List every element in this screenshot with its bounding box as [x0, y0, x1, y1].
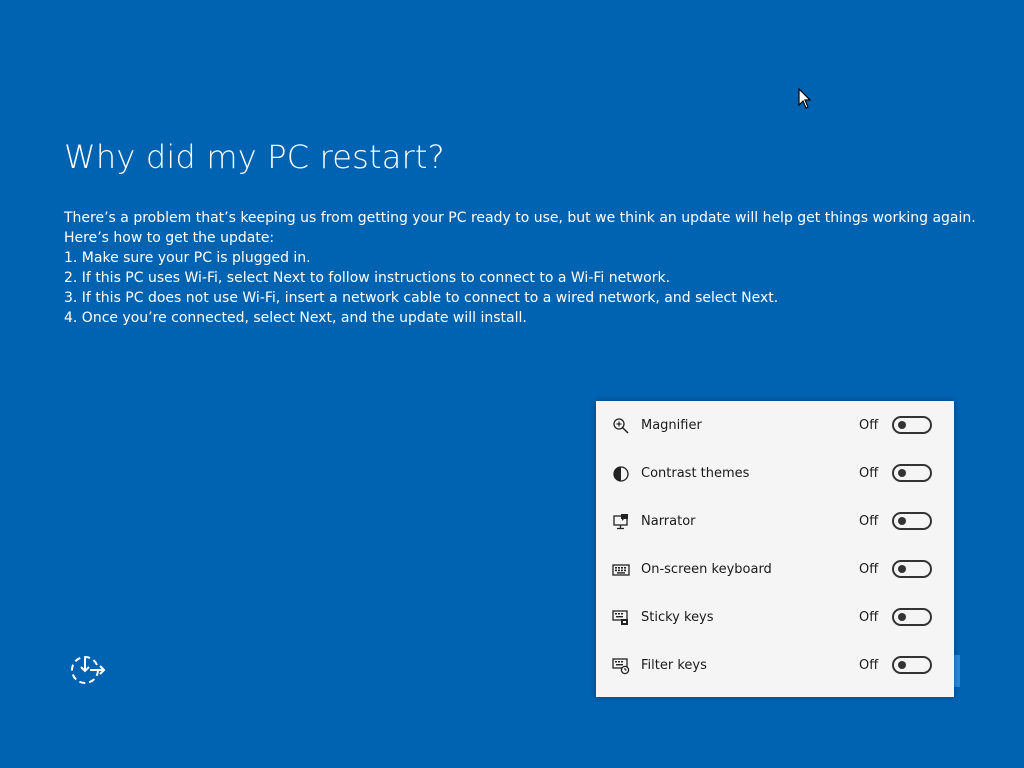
- step-1: 1. Make sure your PC is plugged in.: [64, 250, 311, 266]
- step-4: 4. Once you’re connected, select Next, a…: [64, 310, 527, 326]
- narrator-icon: [613, 514, 628, 530]
- a11y-label: Magnifier: [641, 418, 702, 433]
- oobe-screen: Why did my PC restart? There’s a problem…: [0, 0, 1024, 768]
- ease-of-access-icon: [71, 656, 106, 684]
- sticky-keys-icon: [612, 610, 628, 625]
- toggle-knob: [898, 469, 906, 477]
- ease-of-access-button[interactable]: [68, 653, 106, 687]
- a11y-row-filter-keys[interactable]: Filter keys Off: [596, 643, 954, 691]
- a11y-row-contrast-themes[interactable]: Contrast themes Off: [596, 451, 954, 499]
- contrast-icon: [613, 466, 629, 482]
- filter-keys-icon: [612, 658, 630, 675]
- a11y-state: Off: [859, 658, 879, 673]
- a11y-label: Narrator: [641, 514, 696, 529]
- a11y-state: Off: [859, 610, 879, 625]
- toggle-knob: [898, 565, 906, 573]
- instructions-text: There’s a problem that’s keeping us from…: [64, 208, 976, 328]
- narrator-toggle[interactable]: [892, 512, 932, 530]
- page-title: Why did my PC restart?: [64, 138, 445, 176]
- a11y-label: Sticky keys: [641, 610, 714, 625]
- toggle-knob: [898, 661, 906, 669]
- a11y-state: Off: [859, 562, 879, 577]
- a11y-state: Off: [859, 514, 879, 529]
- contrast-themes-toggle[interactable]: [892, 464, 932, 482]
- how-to-line: Here’s how to get the update:: [64, 230, 275, 246]
- a11y-state: Off: [859, 418, 879, 433]
- sticky-keys-toggle[interactable]: [892, 608, 932, 626]
- intro-line: There’s a problem that’s keeping us from…: [64, 210, 976, 226]
- a11y-row-magnifier[interactable]: Magnifier Off: [596, 403, 954, 451]
- a11y-row-on-screen-keyboard[interactable]: On-screen keyboard Off: [596, 547, 954, 595]
- a11y-row-narrator[interactable]: Narrator Off: [596, 499, 954, 547]
- magnifier-icon: [613, 418, 629, 434]
- toggle-knob: [898, 613, 906, 621]
- magnifier-toggle[interactable]: [892, 416, 932, 434]
- step-2: 2. If this PC uses Wi-Fi, select Next to…: [64, 270, 671, 286]
- a11y-label: Contrast themes: [641, 466, 750, 481]
- accessibility-flyout: Magnifier Off Contrast themes Off Narrat…: [596, 401, 954, 697]
- a11y-label: Filter keys: [641, 658, 707, 673]
- a11y-label: On-screen keyboard: [641, 562, 772, 577]
- keyboard-icon: [612, 564, 630, 576]
- a11y-state: Off: [859, 466, 879, 481]
- step-3: 3. If this PC does not use Wi-Fi, insert…: [64, 290, 779, 306]
- mouse-cursor-icon: [798, 88, 812, 109]
- next-button-edge[interactable]: [954, 655, 960, 687]
- toggle-knob: [898, 421, 906, 429]
- on-screen-keyboard-toggle[interactable]: [892, 560, 932, 578]
- filter-keys-toggle[interactable]: [892, 656, 932, 674]
- toggle-knob: [898, 517, 906, 525]
- a11y-row-sticky-keys[interactable]: Sticky keys Off: [596, 595, 954, 643]
